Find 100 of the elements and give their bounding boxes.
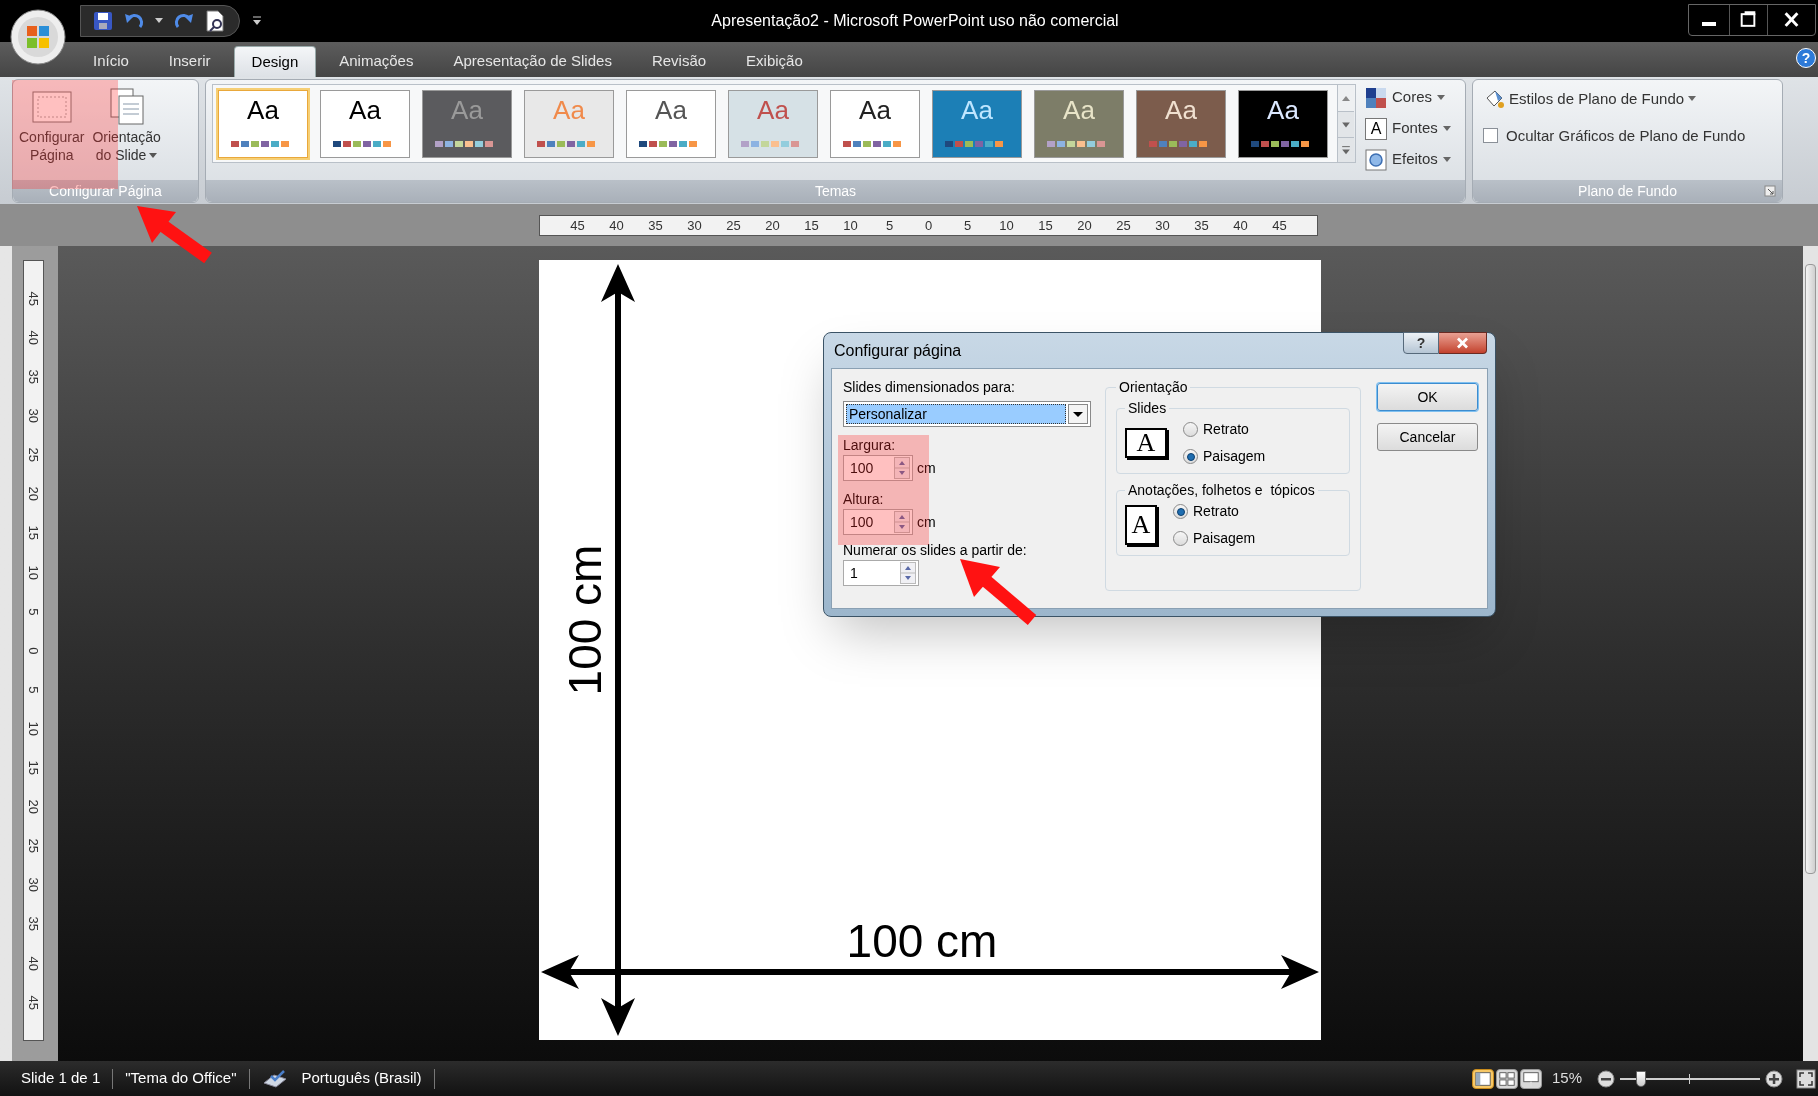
theme-thumbnail[interactable]: Aa <box>1136 89 1226 158</box>
spinner-icon[interactable] <box>894 457 910 479</box>
ribbon-tab[interactable]: Animações <box>319 46 434 77</box>
ruler-number: 10 <box>25 565 43 580</box>
radio-option[interactable]: Retrato <box>1173 501 1256 522</box>
ribbon-button[interactable]: Configurar Página <box>16 86 88 164</box>
ruler-number: 20 <box>764 216 781 235</box>
ruler-number: 30 <box>686 216 703 235</box>
font-icon: A <box>1365 117 1387 140</box>
number-field[interactable]: 100 <box>843 455 913 481</box>
ruler-number: 10 <box>842 216 859 235</box>
ruler-number: 15 <box>25 760 43 776</box>
ruler-number: 10 <box>25 721 43 736</box>
ribbon-tab[interactable]: Início <box>73 46 149 77</box>
dialog-button[interactable]: OK <box>1377 383 1478 411</box>
spellcheck-icon[interactable] <box>261 1068 288 1089</box>
ruler-number: 5 <box>962 216 973 235</box>
ribbon-tab[interactable]: Inserir <box>148 46 231 77</box>
slider-thumb[interactable] <box>1636 1070 1646 1087</box>
hide-graphics-checkbox[interactable]: Ocultar Gráficos de Plano de Fundo <box>1483 124 1782 147</box>
caret-icon <box>1442 156 1451 163</box>
customize-caret-icon[interactable] <box>252 16 262 26</box>
zoom-out-button[interactable] <box>1596 1068 1616 1089</box>
ruler-number: 40 <box>608 216 625 235</box>
view-button[interactable] <box>1471 1068 1494 1089</box>
ruler-number: 0 <box>25 646 43 655</box>
field-label: Altura: <box>843 490 885 509</box>
ruler-number: 25 <box>25 838 43 854</box>
unit-label: cm <box>917 512 936 532</box>
number-field[interactable]: 1 <box>843 560 919 586</box>
close-button[interactable] <box>1439 332 1487 354</box>
theme-option-button[interactable]: Cores <box>1365 85 1451 110</box>
ruler-number: 15 <box>1037 216 1054 235</box>
radio-option[interactable]: Retrato <box>1183 419 1266 440</box>
page-landscape-icon: A <box>1125 428 1167 458</box>
spinner-icon[interactable] <box>894 511 910 533</box>
ruler-number: 30 <box>25 877 43 893</box>
caret-icon[interactable] <box>155 18 163 24</box>
ribbon-tab[interactable]: Apresentação de Slides <box>433 46 632 77</box>
theme-thumbnail[interactable]: Aa <box>830 89 920 158</box>
ruler-number: 25 <box>725 216 742 235</box>
scroll-down-button[interactable] <box>1338 111 1354 137</box>
dimension-label: 100 cm <box>846 918 998 964</box>
group-label: Plano de Fundo <box>1578 181 1677 201</box>
radio-option[interactable]: Paisagem <box>1183 446 1266 467</box>
effects-icon <box>1365 148 1387 171</box>
theme-thumbnail[interactable]: Aa <box>1238 89 1328 158</box>
help-button[interactable]: ? <box>1403 332 1439 354</box>
field-label: Slides dimensionados para: <box>843 378 1016 397</box>
theme-thumbnail[interactable]: Aa <box>320 89 410 158</box>
scrollbar-thumb[interactable] <box>1805 264 1816 874</box>
help-icon[interactable]: ? <box>1796 48 1816 68</box>
caret-icon <box>1442 125 1451 132</box>
status-text: Português (Brasil) <box>301 1068 422 1089</box>
theme-thumbnail[interactable]: Aa <box>626 89 716 158</box>
status-text: Slide 1 de 1 <box>21 1068 101 1089</box>
ruler-number: 35 <box>1193 216 1210 235</box>
ruler-number: 45 <box>1271 216 1288 235</box>
dialog-button[interactable]: Cancelar <box>1377 423 1478 451</box>
unit-label: cm <box>917 458 936 478</box>
ruler-number: 40 <box>25 330 43 345</box>
number-field[interactable]: 100 <box>843 509 913 535</box>
color-palette-icon <box>1365 86 1387 109</box>
dialog-title: Configurar página <box>834 340 962 361</box>
ruler-number: 5 <box>884 216 895 235</box>
dialog-launcher-icon[interactable] <box>1764 185 1776 197</box>
scrollbar[interactable] <box>1803 246 1818 1061</box>
page-portrait-icon: A <box>1125 505 1157 545</box>
ruler-number: 45 <box>25 995 43 1010</box>
ribbon-tab[interactable]: Design <box>233 46 317 77</box>
theme-option-button[interactable]: Efeitos <box>1365 147 1451 172</box>
save-icon[interactable] <box>93 11 113 31</box>
ruler-number: 10 <box>998 216 1015 235</box>
zoom-in-button[interactable] <box>1764 1068 1784 1089</box>
size-dropdown[interactable]: Personalizar <box>843 401 1091 427</box>
radio-option[interactable]: Paisagem <box>1173 528 1256 549</box>
spinner-icon[interactable] <box>900 562 916 584</box>
dimension-label: 100 cm <box>562 544 608 696</box>
zoom-percent: 15% <box>1551 1068 1582 1089</box>
view-button[interactable] <box>1495 1068 1518 1089</box>
status-text: "Tema do Office" <box>125 1068 237 1089</box>
group-label: Temas <box>814 181 857 201</box>
ruler-number: 5 <box>25 686 43 694</box>
ruler-number: 45 <box>569 216 586 235</box>
theme-option-button[interactable]: A Fontes <box>1365 116 1451 141</box>
caret-icon <box>1437 94 1445 101</box>
zoom-slider[interactable] <box>1620 1068 1760 1089</box>
field-label: Largura: <box>843 436 897 455</box>
ribbon-tab[interactable]: Exibição <box>726 46 823 77</box>
theme-thumbnail[interactable]: Aa <box>218 89 308 158</box>
background-styles-button[interactable]: Estilos de Plano de Fundo <box>1483 88 1782 111</box>
print-preview-icon[interactable] <box>205 10 225 32</box>
ribbon-tab[interactable]: Revisão <box>631 46 727 77</box>
ribbon-button[interactable]: Orientação do Slide <box>89 86 164 164</box>
fit-to-window-button[interactable] <box>1796 1068 1816 1089</box>
ruler-number: 5 <box>25 607 43 615</box>
ruler-number: 25 <box>25 447 43 463</box>
ruler-number: 30 <box>25 408 43 424</box>
theme-thumbnail[interactable]: Aa <box>728 89 818 158</box>
view-button[interactable] <box>1519 1068 1542 1089</box>
